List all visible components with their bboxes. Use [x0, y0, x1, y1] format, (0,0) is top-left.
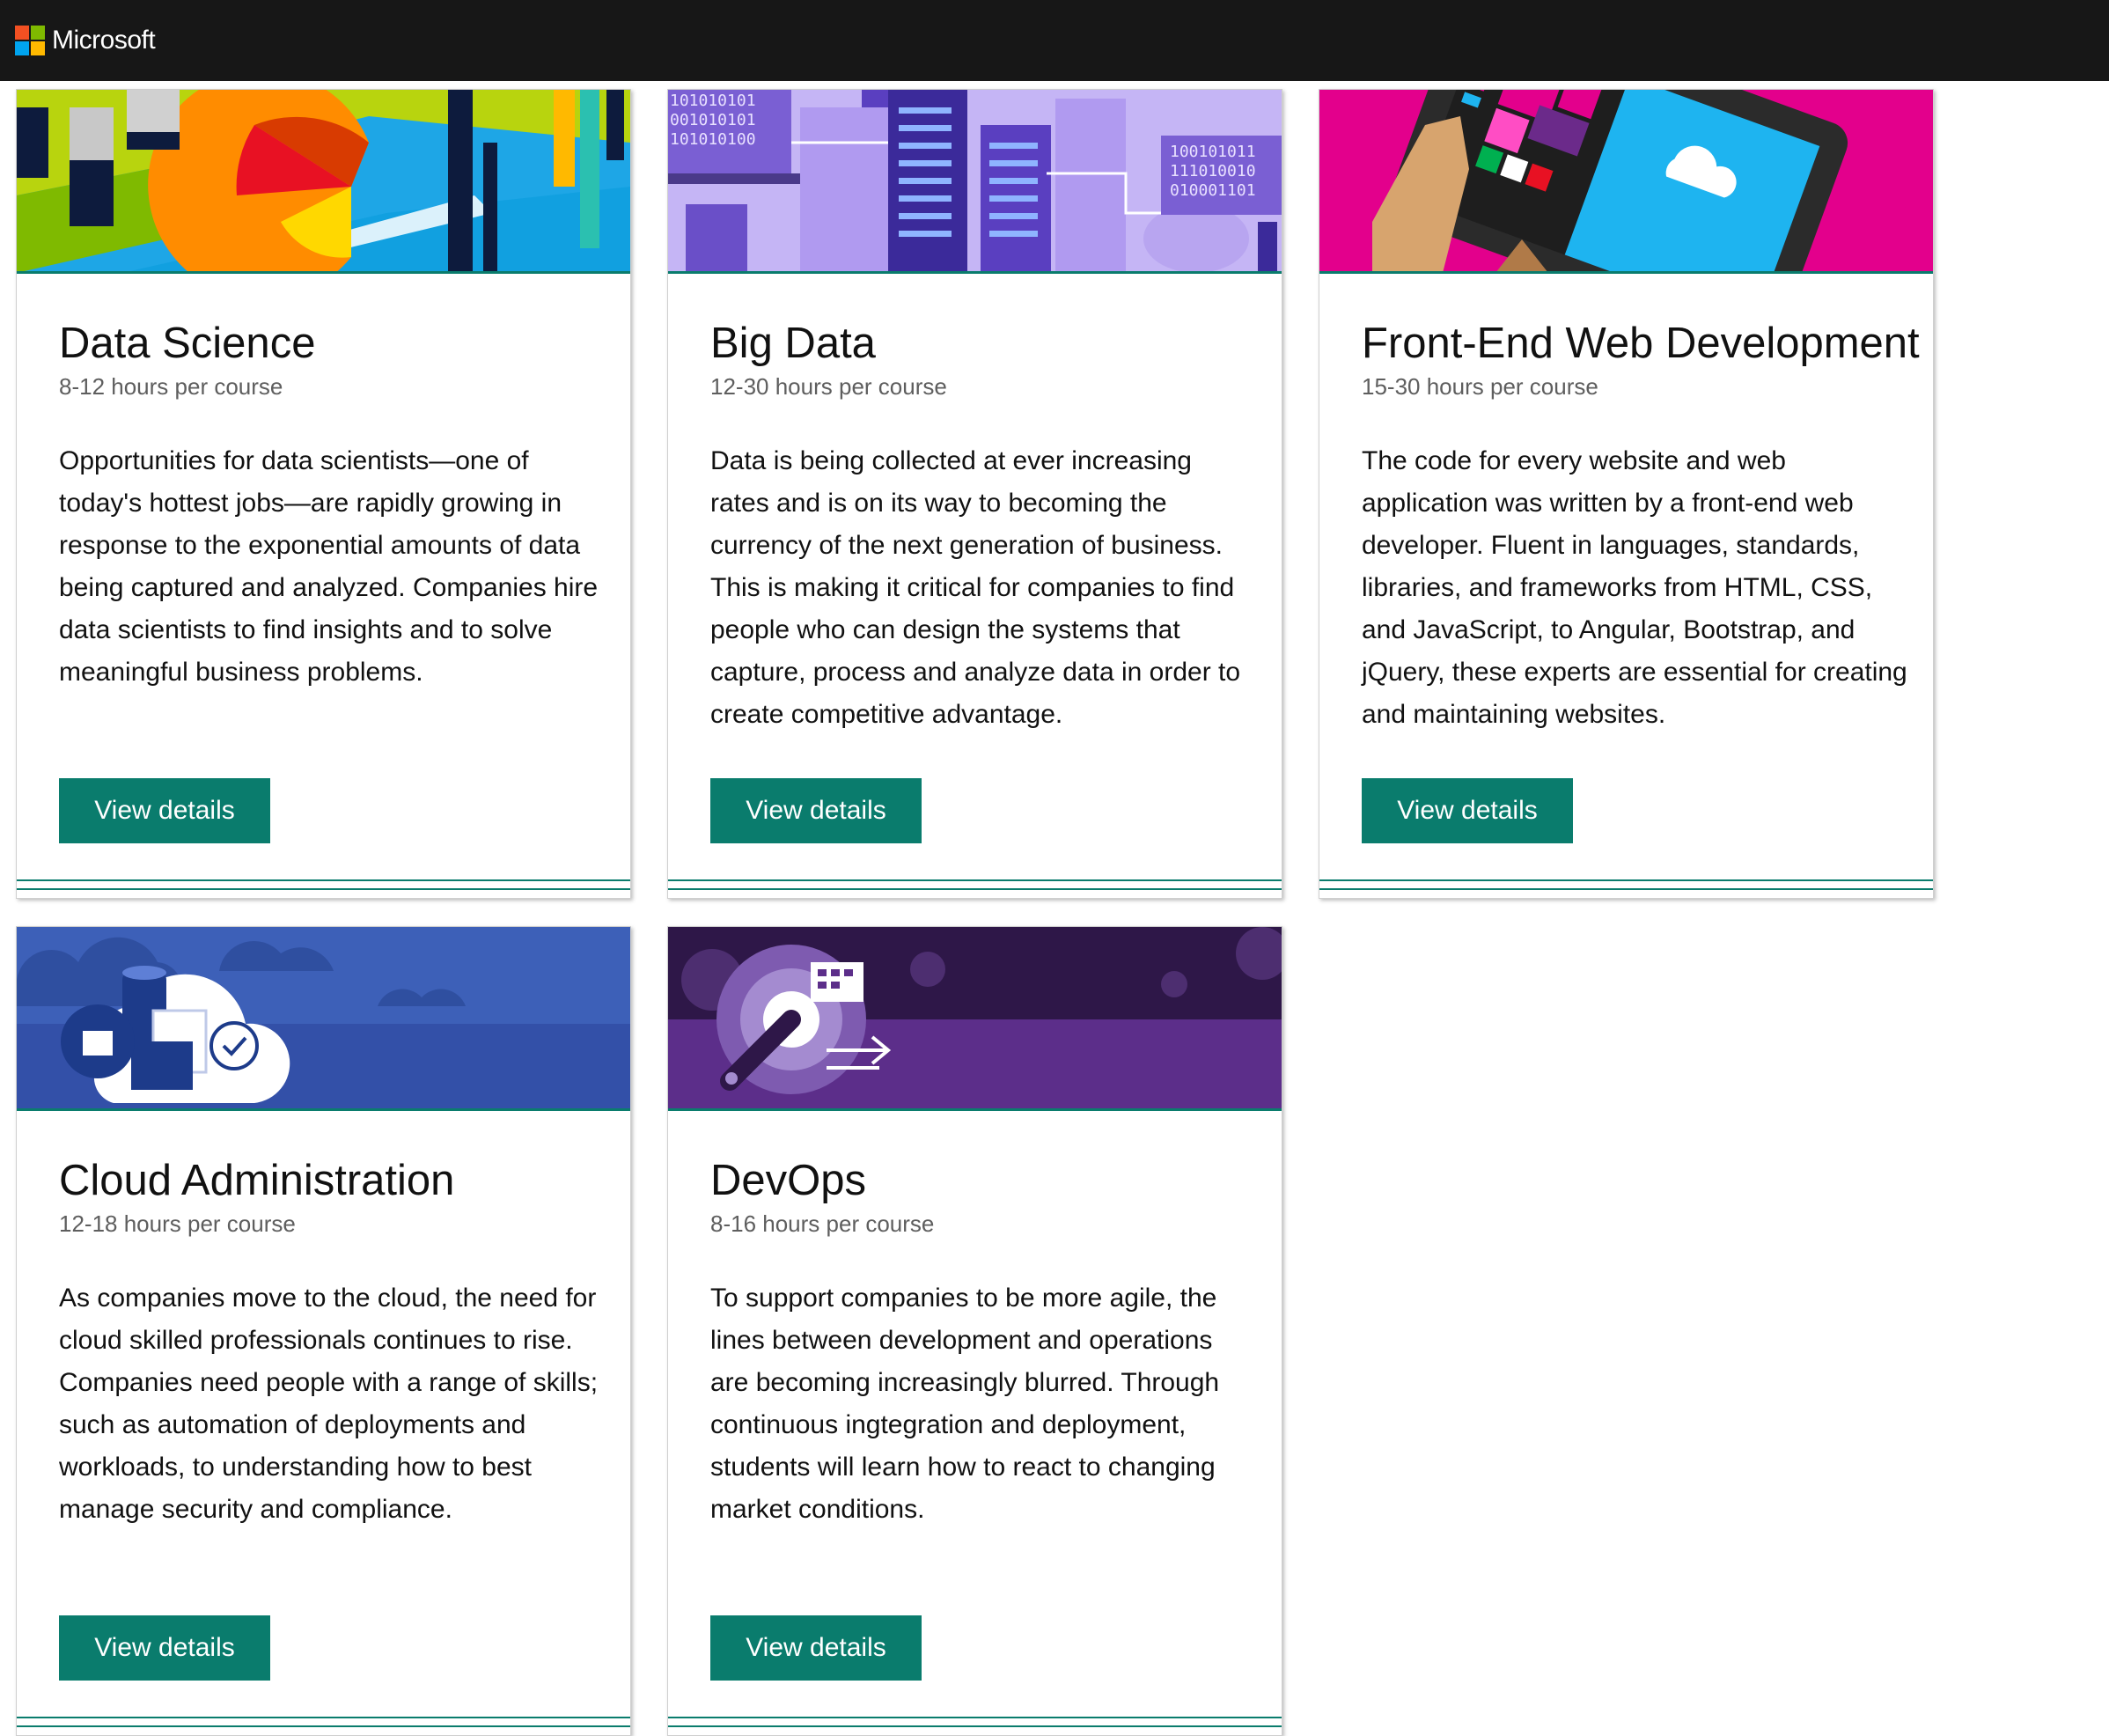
- tablet-illustration-icon: [1319, 90, 1933, 273]
- view-details-button[interactable]: View details: [1362, 778, 1573, 843]
- gear-wrench-illustration-icon: [668, 927, 1282, 1110]
- course-title: DevOps: [710, 1157, 867, 1204]
- card-footer-lines: [17, 879, 630, 892]
- course-description: To support companies to be more agile, t…: [710, 1284, 1220, 1524]
- microsoft-logo-icon: [15, 26, 45, 55]
- cloud-security-illustration-icon: [17, 927, 630, 1110]
- banner-divider: [17, 271, 630, 274]
- banner-divider: [668, 271, 1282, 274]
- course-description: Data is being collected at ever increasi…: [710, 446, 1241, 729]
- card-footer-lines: [668, 879, 1282, 892]
- course-description: As companies move to the cloud, the need…: [59, 1284, 599, 1524]
- binary-text-2: 001010101: [670, 111, 756, 129]
- view-details-button[interactable]: View details: [59, 1615, 270, 1681]
- binary-text-1: 101010101: [670, 92, 756, 110]
- card-footer-lines: [17, 1717, 630, 1729]
- binary-text-3: 101010100: [670, 130, 756, 149]
- course-hours: 12-30 hours per course: [710, 373, 947, 400]
- course-card-big-data: 101010101 001010101 101010100 100101011 …: [667, 89, 1282, 899]
- course-hours: 15-30 hours per course: [1362, 373, 1598, 400]
- course-card-cloud-administration: Cloud Administration 12-18 hours per cou…: [16, 926, 631, 1736]
- course-title: Big Data: [710, 320, 876, 367]
- top-bar: Microsoft: [0, 0, 2109, 81]
- course-hours: 8-16 hours per course: [710, 1210, 935, 1237]
- binary-text-6: 010001101: [1170, 181, 1256, 200]
- banner-divider: [1319, 271, 1933, 274]
- view-details-button[interactable]: View details: [59, 778, 270, 843]
- course-description: The code for every website and web appli…: [1362, 446, 1907, 729]
- data-chart-illustration-icon: [17, 90, 630, 273]
- course-hours: 8-12 hours per course: [59, 373, 283, 400]
- brand-name: Microsoft: [52, 26, 156, 55]
- card-footer-lines: [1319, 879, 1933, 892]
- course-description: Opportunities for data scientists—one of…: [59, 446, 599, 687]
- banner-divider: [17, 1108, 630, 1111]
- view-details-button[interactable]: View details: [710, 1615, 922, 1681]
- view-details-button[interactable]: View details: [710, 778, 922, 843]
- course-title: Front-End Web Development: [1362, 320, 1920, 367]
- server-binary-illustration-icon: 101010101 001010101 101010100 100101011 …: [668, 90, 1282, 273]
- binary-text-4: 100101011: [1170, 143, 1256, 161]
- microsoft-brand-link[interactable]: Microsoft: [15, 23, 156, 58]
- course-card-data-science: Data Science 8-12 hours per course Oppor…: [16, 89, 631, 899]
- binary-text-5: 111010010: [1170, 162, 1256, 180]
- banner-divider: [668, 1108, 1282, 1111]
- course-card-front-end-web-development: Front-End Web Development 15-30 hours pe…: [1319, 89, 1934, 899]
- course-title: Cloud Administration: [59, 1157, 455, 1204]
- course-hours: 12-18 hours per course: [59, 1210, 296, 1237]
- course-title: Data Science: [59, 320, 316, 367]
- course-card-devops: DevOps 8-16 hours per course To support …: [667, 926, 1282, 1736]
- card-footer-lines: [668, 1717, 1282, 1729]
